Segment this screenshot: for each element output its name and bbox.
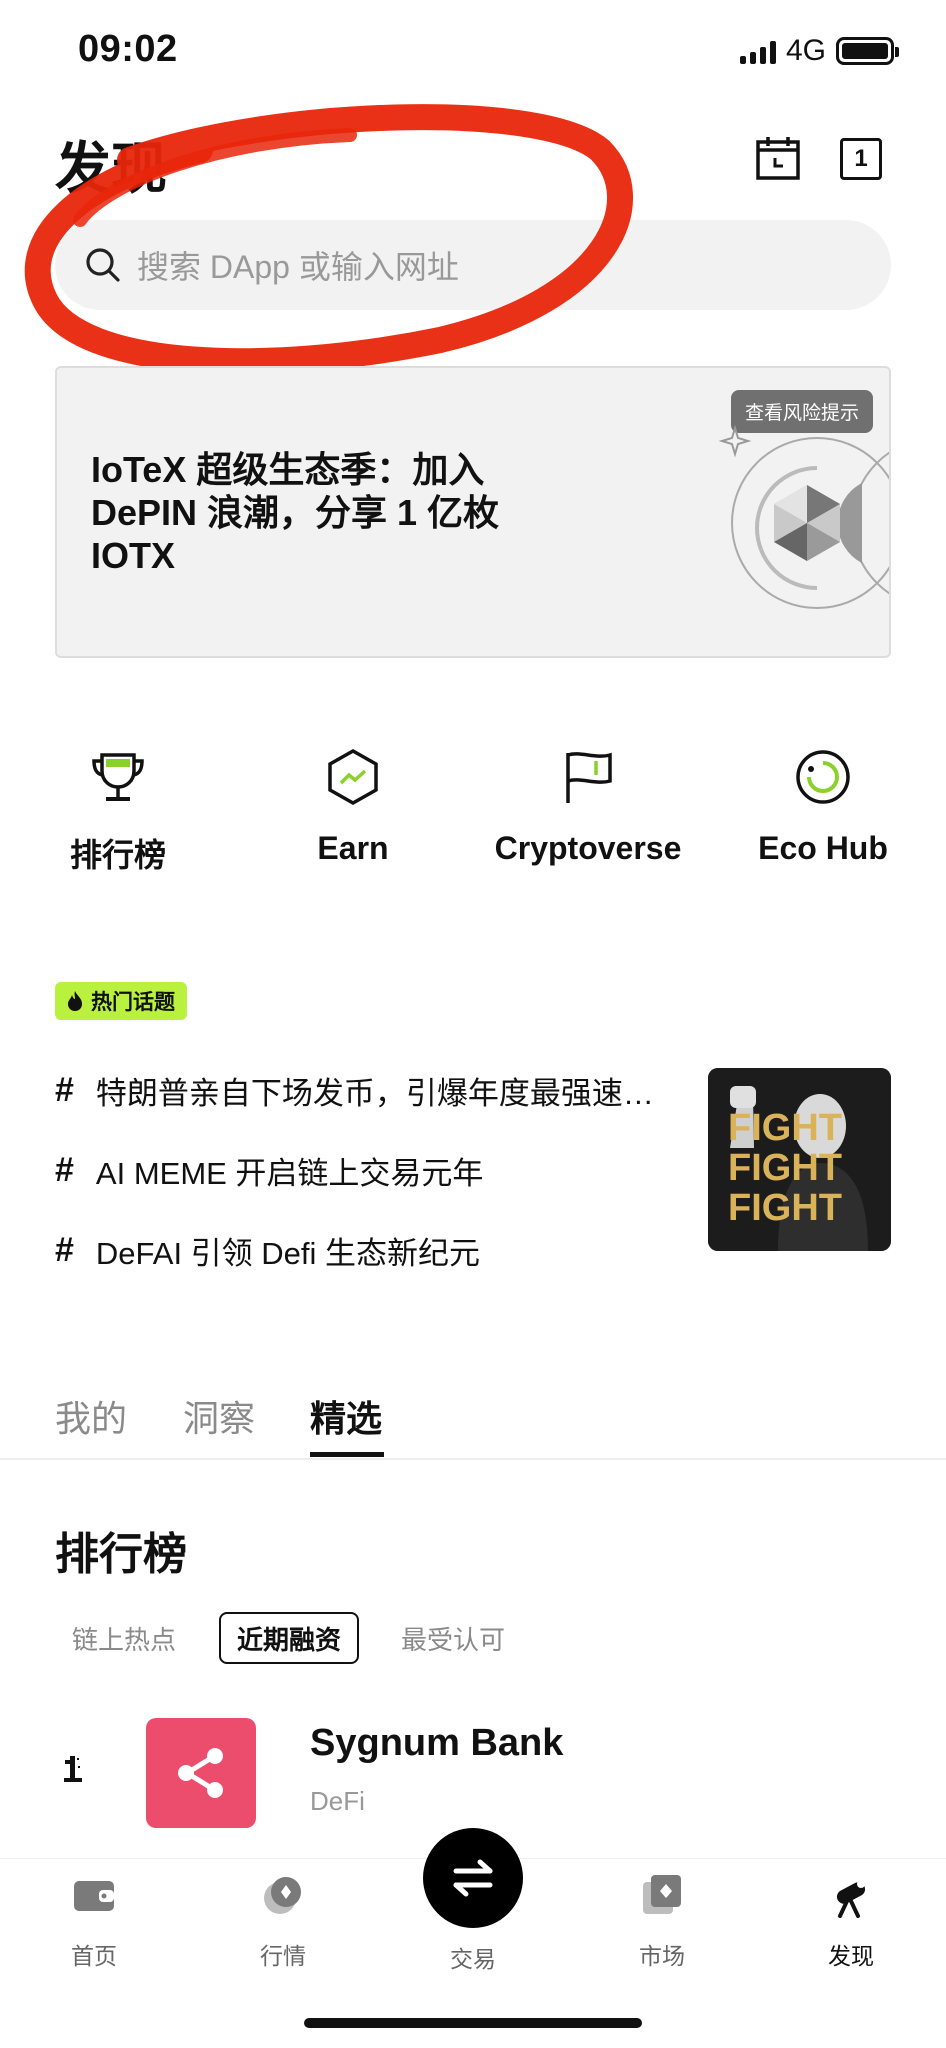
telescope-icon [836,1880,866,1918]
fight-image: FIGHT FIGHT FIGHT [708,1068,891,1251]
topic-text: AI MEME 开启链上交易元年 [95,1156,484,1191]
search-input[interactable]: 搜索 DApp 或输入网址 [137,242,459,288]
tabs-count-button[interactable]: 1 [840,138,882,180]
flag-icon [566,752,612,803]
signal-icon [739,38,776,64]
quick-link-label: Eco Hub [758,830,888,866]
quick-link-label: 排行榜 [69,837,166,873]
promo-banner[interactable]: IoTeX 超级生态季：加入 DePIN 浪潮，分享 1 亿枚 IOTX 查看风… [55,366,891,658]
nav-discover[interactable]: 发现 [791,1872,911,1971]
item-name[interactable]: Sygnum Bank [310,1722,563,1765]
coins-icon [264,1877,301,1914]
flame-icon [68,991,82,1011]
trophy-icon [92,753,144,801]
topic-item[interactable]: # 特朗普亲自下场发币，引爆年度最强速… [55,1068,685,1113]
battery-icon [836,37,899,65]
filter-recent-funding[interactable]: 近期融资 [219,1612,360,1664]
quick-link-label: Cryptoverse [494,830,682,866]
sygnum-bank-logo[interactable] [146,1718,256,1828]
quick-link-earn[interactable]: Earn [248,745,458,867]
nav-markets[interactable]: 行情 [223,1872,343,1971]
filter-onchain-hot[interactable]: 链上热点 [72,1612,176,1664]
search-icon [86,248,120,282]
rank-number-icon [64,1756,82,1782]
page-title: 发现 [55,137,167,200]
nav-label: 市场 [639,1943,685,1969]
search-bar[interactable]: 搜索 DApp 或输入网址 [55,220,891,310]
quick-link-ranking[interactable]: 排行榜 [13,745,223,876]
quick-link-label: Earn [317,830,389,866]
iotex-logo-art [718,424,889,609]
wallet-icon [74,1881,114,1911]
fight-text: FIGHT [728,1187,842,1229]
topic-item[interactable]: # DeFAI 引领 Defi 生态新纪元 [55,1228,685,1273]
nav-label: 发现 [828,1943,874,1969]
network-label: 4G [785,34,826,67]
tab-mine[interactable]: 我的 [55,1390,127,1442]
item-category: DeFi [310,1786,365,1816]
calendar-icon[interactable] [755,135,801,181]
ranking-title: 排行榜 [55,1530,187,1579]
nav-home[interactable]: 首页 [34,1872,154,1971]
filter-most-recognized[interactable]: 最受认可 [401,1612,505,1664]
topic-item[interactable]: # AI MEME 开启链上交易元年 [55,1148,685,1193]
hexagon-chart-icon [328,748,378,806]
status-indicators: 4G [739,34,899,68]
banner-title: IoTeX 超级生态季：加入 DePIN 浪潮，分享 1 亿枚 IOTX [91,449,500,576]
nav-label: 行情 [260,1943,306,1969]
nav-label: 首页 [71,1943,117,1969]
quick-link-cryptoverse[interactable]: Cryptoverse [483,745,693,867]
hash-icon: # [55,1071,74,1109]
hash-icon: # [55,1151,74,1189]
hot-topics-badge: 热门话题 [55,982,187,1020]
share-icon [178,1748,223,1798]
trade-button[interactable] [423,1828,523,1928]
topic-text: 特朗普亲自下场发币，引爆年度最强速… [95,1076,654,1111]
swap-icon [453,1859,493,1897]
topic-text: DeFAI 引领 Defi 生态新纪元 [95,1236,481,1271]
cards-icon [643,1875,681,1914]
quick-link-eco-hub[interactable]: Eco Hub [718,745,928,867]
hot-topics-label: 热门话题 [91,991,175,1014]
nav-label: 交易 [450,1946,496,1972]
topic-thumbnail[interactable]: FIGHT FIGHT FIGHT [708,1068,891,1251]
status-time: 09:02 [78,28,178,70]
fight-text: FIGHT [728,1147,842,1189]
active-tab-indicator [310,1452,384,1457]
tab-featured[interactable]: 精选 [310,1390,382,1442]
ring-icon [796,750,850,804]
tab-insights[interactable]: 洞察 [183,1390,255,1442]
hash-icon: # [55,1231,74,1269]
nav-market[interactable]: 市场 [602,1872,722,1971]
fight-text: FIGHT [728,1107,842,1149]
home-indicator [304,2018,642,2028]
divider [0,1458,946,1460]
